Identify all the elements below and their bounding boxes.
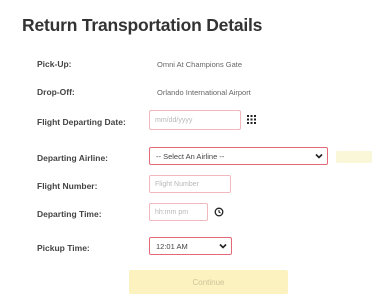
flight-number-input[interactable]: Flight Number xyxy=(149,175,231,193)
chevron-down-icon xyxy=(311,153,327,159)
airline-aux-button[interactable] xyxy=(336,151,372,163)
airline-select[interactable]: -- Select An Airline -- xyxy=(149,147,328,165)
airline-selected: -- Select An Airline -- xyxy=(156,151,225,161)
departing-time-label: Departing Time: xyxy=(37,209,102,219)
departing-time-input[interactable]: hh:mm pm xyxy=(149,203,208,221)
pickup-label: Pick-Up: xyxy=(37,59,72,69)
departing-date-label: Flight Departing Date: xyxy=(37,117,126,127)
chevron-down-icon xyxy=(215,243,231,249)
dropoff-label: Drop-Off: xyxy=(37,87,75,97)
pickup-time-selected: 12:01 AM xyxy=(156,241,188,251)
page-title: Return Transportation Details xyxy=(22,15,263,35)
pickup-value: Omni At Champions Gate xyxy=(157,60,243,69)
pickup-time-select[interactable]: 12:01 AM xyxy=(149,237,232,255)
flight-number-label: Flight Number: xyxy=(37,181,98,191)
clock-icon[interactable] xyxy=(213,206,225,218)
pickup-time-label: Pickup Time: xyxy=(37,243,90,253)
airline-label: Departing Airline: xyxy=(37,153,108,163)
dropoff-value: Orlando International Airport xyxy=(157,88,251,97)
continue-button[interactable]: Continue xyxy=(129,270,288,294)
departing-date-input[interactable]: mm/dd/yyyy xyxy=(149,110,241,130)
calendar-icon[interactable] xyxy=(245,113,257,125)
